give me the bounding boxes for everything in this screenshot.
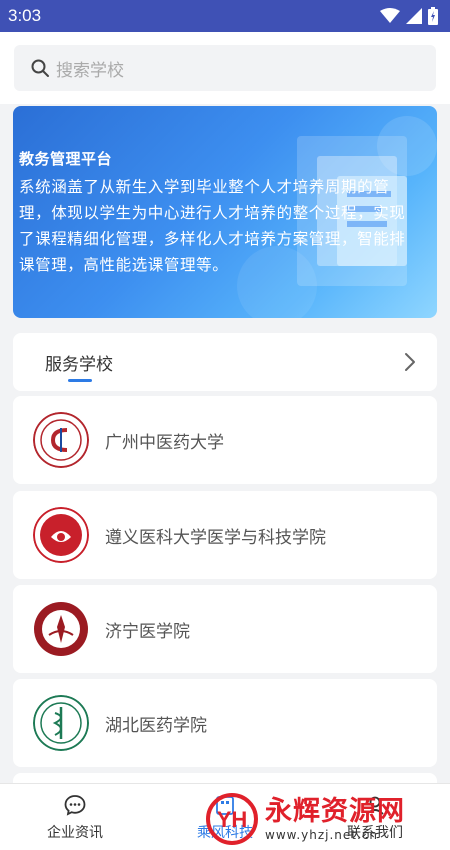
signal-icon: [406, 8, 422, 24]
school-logo: [33, 695, 89, 751]
status-time: 3:03: [8, 6, 42, 25]
contact-icon: [366, 796, 384, 815]
nav-tab-contact[interactable]: 联系我们: [300, 784, 450, 850]
school-card[interactable]: 济宁医学院: [13, 585, 437, 673]
chevron-right-icon[interactable]: [403, 351, 417, 373]
service-schools-header[interactable]: 服务学校: [13, 333, 437, 391]
search-icon: [31, 59, 49, 77]
school-logo: [33, 412, 89, 468]
bottom-nav: 企业资讯 乘风科技 联系我们: [0, 783, 450, 850]
search-input[interactable]: 搜索学校: [14, 45, 436, 91]
tab-indicator: [68, 379, 92, 382]
wifi-icon: [380, 8, 400, 23]
school-logo: [34, 602, 88, 656]
nav-label: 企业资讯: [47, 824, 103, 841]
school-card[interactable]: 遵义医科大学医学与科技学院: [13, 491, 437, 579]
school-logo: [33, 507, 89, 563]
search-area: 搜索学校: [0, 32, 450, 104]
nav-tab-news[interactable]: 企业资讯: [0, 784, 150, 850]
banner-title: 教务管理平台: [19, 150, 113, 168]
chat-icon: [64, 794, 86, 816]
banner-description: 系统涵盖了从新生入学到毕业整个人才培养周期的管理，体现以学生为中心进行人才培养的…: [19, 178, 406, 274]
battery-icon: [428, 7, 438, 25]
service-title: 服务学校: [45, 355, 113, 375]
status-bar: 3:03: [0, 0, 450, 32]
school-name: 遵义医科大学医学与科技学院: [105, 527, 326, 548]
nav-label: 联系我们: [347, 824, 403, 841]
school-name: 济宁医学院: [105, 621, 190, 642]
search-placeholder: 搜索学校: [56, 60, 124, 81]
school-name: 广州中医药大学: [105, 432, 224, 453]
school-card[interactable]: 湖北医药学院: [13, 679, 437, 767]
building-icon: [216, 795, 234, 815]
nav-label: 乘风科技: [197, 824, 253, 841]
promo-banner[interactable]: 教务管理平台 系统涵盖了从新生入学到毕业整个人才培养周期的管理，体现以学生为中心…: [13, 106, 437, 318]
status-icons: [380, 7, 438, 25]
nav-tab-tech[interactable]: 乘风科技: [150, 784, 300, 850]
school-name: 湖北医药学院: [105, 715, 207, 736]
school-card[interactable]: 广州中医药大学: [13, 396, 437, 484]
